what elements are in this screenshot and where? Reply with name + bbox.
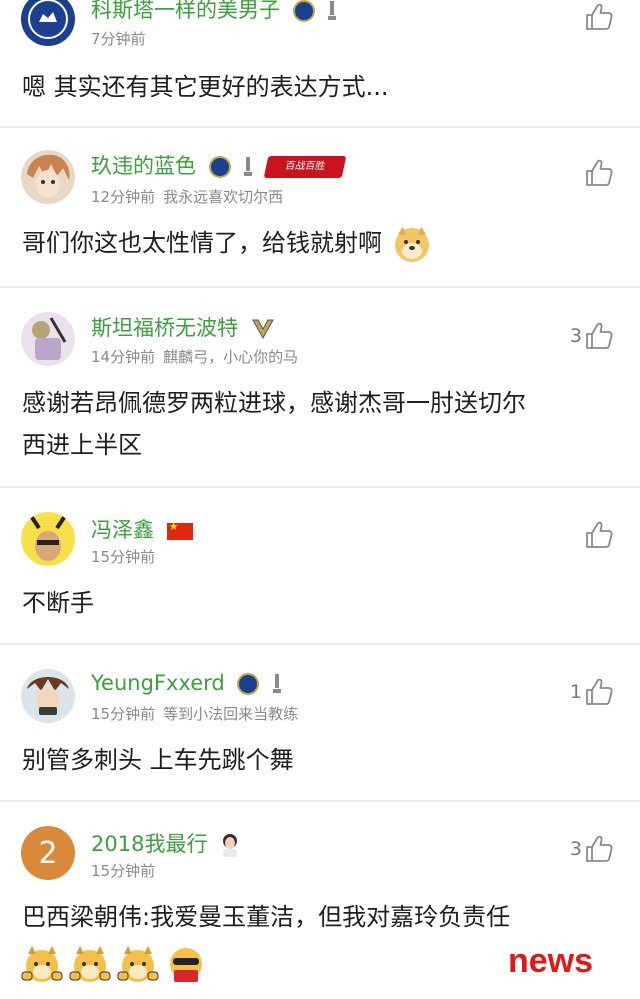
comment-text: 嗯 其实还有其它更好的表达方式... bbox=[22, 73, 389, 101]
thumbs-up-outline-icon bbox=[586, 3, 613, 30]
sunglasses-dog-emoji-icon bbox=[170, 948, 202, 982]
comment-text-line: 西进上半区 bbox=[22, 431, 142, 459]
like-button[interactable] bbox=[582, 2, 614, 32]
thumbs-up-outline-icon bbox=[586, 521, 613, 548]
comment-item: 科斯塔一样的美男子 7分钟前 嗯 其实还有其它更好的表达方式... bbox=[0, 0, 640, 126]
thumbs-up-outline-icon bbox=[586, 159, 613, 186]
comment-item: 玖违的蓝色 百战百胜 12分钟前 我永远喜欢切尔西 哥们你这也太性情了，给钱就射啊 bbox=[0, 128, 640, 286]
like-button[interactable] bbox=[582, 520, 614, 550]
comment-time: 15分钟前 bbox=[91, 862, 156, 880]
comment-item: 冯泽鑫 15分钟前 不断手 bbox=[0, 488, 640, 643]
thumbs-up-dog-emoji-icon bbox=[21, 946, 63, 982]
comment-time: 14分钟前 bbox=[91, 348, 156, 366]
trophy-icon bbox=[273, 674, 282, 693]
comment-feed: 科斯塔一样的美男子 7分钟前 嗯 其实还有其它更好的表达方式... 玖违的蓝色 … bbox=[0, 0, 640, 999]
user-signature: 麒麟弓，小心你的马 bbox=[163, 348, 299, 366]
watermark-logo: news bbox=[508, 942, 594, 980]
avatar[interactable] bbox=[21, 669, 75, 723]
thumbs-up-outline-icon bbox=[586, 835, 613, 862]
comment-time: 15分钟前 bbox=[91, 548, 156, 566]
avatar[interactable] bbox=[21, 312, 75, 366]
user-signature: 等到小法回来当教练 bbox=[163, 705, 299, 723]
thumbs-up-dog-emoji-icon bbox=[117, 946, 159, 982]
like-button[interactable]: 3 bbox=[570, 321, 614, 351]
like-button[interactable]: 1 bbox=[570, 677, 614, 707]
chelsea-crest-icon bbox=[22, 0, 74, 45]
team-logo-icon bbox=[251, 319, 274, 340]
avatar[interactable] bbox=[21, 512, 75, 566]
avatar-image bbox=[21, 669, 75, 723]
avatar-initial: 2 bbox=[38, 835, 58, 871]
thumbs-up-outline-icon bbox=[586, 678, 613, 705]
username[interactable]: 科斯塔一样的美男子 bbox=[91, 0, 280, 22]
comment-text: 巴西梁朝伟:我爱曼玉董洁，但我对嘉玲负责任 bbox=[22, 903, 511, 931]
chelsea-crest-icon bbox=[208, 156, 231, 178]
avatar[interactable] bbox=[21, 150, 75, 204]
username[interactable]: 2018我最行 bbox=[91, 832, 207, 856]
comment-item: 斯坦福桥无波特 14分钟前 麒麟弓，小心你的马 3 感谢若昂佩德罗两粒进球，感谢杰… bbox=[0, 288, 640, 486]
avatar[interactable] bbox=[21, 0, 75, 46]
fan-banner-badge: 百战百胜 bbox=[263, 156, 347, 178]
user-signature: 我永远喜欢切尔西 bbox=[163, 188, 284, 206]
emoji-row bbox=[20, 942, 208, 986]
avatar-image bbox=[21, 150, 75, 204]
username[interactable]: 冯泽鑫 bbox=[91, 518, 154, 542]
comment-text: 哥们你这也太性情了，给钱就射啊 bbox=[22, 229, 382, 257]
comment-text-line: 感谢若昂佩德罗两粒进球，感谢杰哥一肘送切尔 bbox=[22, 389, 526, 417]
thumbs-up-dog-emoji-icon bbox=[69, 946, 111, 982]
doge-emoji-icon bbox=[394, 227, 429, 262]
avatar-image bbox=[21, 512, 75, 566]
like-button[interactable]: 3 bbox=[570, 834, 614, 864]
chelsea-crest-icon bbox=[237, 673, 260, 695]
comment-text: 别管多刺头 上车先跳个舞 bbox=[22, 746, 294, 774]
comment-time: 7分钟前 bbox=[91, 30, 146, 48]
thumbs-up-outline-icon bbox=[586, 322, 613, 349]
username[interactable]: YeungFxxerd bbox=[91, 671, 225, 695]
chelsea-crest-icon bbox=[292, 0, 315, 22]
username[interactable]: 玖违的蓝色 bbox=[91, 154, 196, 178]
comment-text: 感谢若昂佩德罗两粒进球，感谢杰哥一肘送切尔 西进上半区 bbox=[22, 382, 622, 466]
trophy-icon bbox=[244, 157, 253, 176]
comment-time: 12分钟前 bbox=[91, 188, 156, 206]
like-count: 3 bbox=[569, 838, 582, 860]
avatar[interactable]: 2 bbox=[21, 826, 75, 880]
like-count: 1 bbox=[569, 681, 582, 703]
avatar-image bbox=[21, 312, 75, 366]
like-count: 3 bbox=[569, 325, 582, 347]
username[interactable]: 斯坦福桥无波特 bbox=[91, 316, 238, 340]
like-button[interactable] bbox=[582, 158, 614, 188]
comment-text: 不断手 bbox=[22, 589, 94, 617]
comment-time: 15分钟前 bbox=[91, 705, 156, 723]
trophy-icon bbox=[328, 1, 337, 20]
china-flag-icon bbox=[166, 520, 193, 540]
player-badge-icon bbox=[223, 834, 238, 857]
comment-item: YeungFxxerd 15分钟前 等到小法回来当教练 1 别管多刺头 上车先跳个… bbox=[0, 645, 640, 800]
